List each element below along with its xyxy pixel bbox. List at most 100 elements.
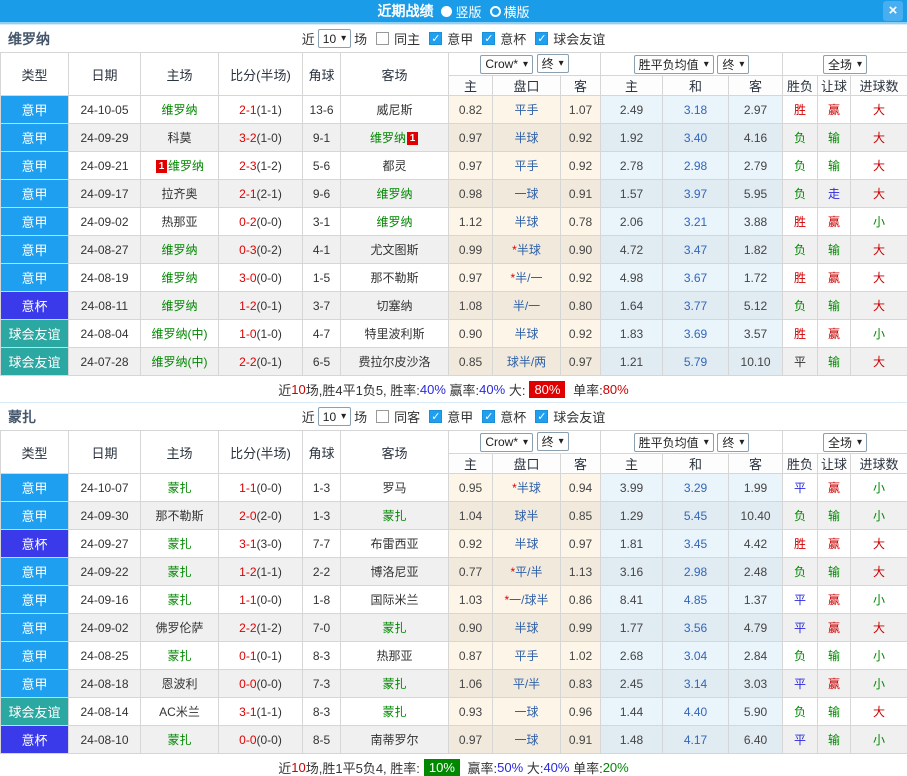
goals-result: 小 [851,474,907,502]
away-team: 蒙扎 [341,698,449,726]
eu-time-select[interactable]: 终▾ [717,433,749,452]
goals-result: 大 [851,530,907,558]
home-team: 维罗纳(中) [141,348,219,376]
col-away: 客场 [341,53,449,96]
recent-count-select[interactable]: 10▾ [318,29,351,48]
ah-home-odds: 0.90 [449,320,493,348]
full-score: 1-2 [239,565,256,579]
odds-company-select[interactable]: Crow*▾ [480,55,533,74]
result: 负 [783,698,818,726]
eu-average-select[interactable]: 胜平负均值▾ [634,433,714,452]
ah-away-odds: 0.97 [561,530,601,558]
sub-result: 胜负 [783,454,818,474]
home-team: 蒙扎 [141,726,219,754]
half-score: (0-0) [257,481,282,495]
coppa-checkbox[interactable] [482,32,495,45]
ah-line: 一球 [493,180,561,208]
layout-option-vertical[interactable]: 竖版 [441,2,481,21]
full-match-select[interactable]: 全场▾ [823,55,867,74]
result: 负 [783,152,818,180]
full-score: 1-0 [239,327,256,341]
goals-result: 小 [851,670,907,698]
score-cell: 1-0(1-0) [219,320,303,348]
ah-time-select[interactable]: 终▾ [537,54,569,73]
eu-draw-odds: 3.18 [663,96,729,124]
score-cell: 1-2(0-1) [219,292,303,320]
corner-count: 7-0 [303,614,341,642]
ah-dropdown-group: Crow*▾ 终▾ [449,53,601,76]
team-name: 维罗纳 [8,29,50,49]
score-cell: 3-0(0-0) [219,264,303,292]
same-away-checkbox[interactable] [376,410,389,423]
ah-home-odds: 0.85 [449,348,493,376]
score-cell: 1-2(1-1) [219,558,303,586]
friendly-checkbox[interactable] [535,410,548,423]
away-team: 维罗纳 [341,180,449,208]
coppa-label: 意杯 [500,407,526,426]
result: 负 [783,642,818,670]
ah-away-odds: 1.02 [561,642,601,670]
layout-option-horizontal[interactable]: 横版 [490,2,530,21]
sub-eu-draw: 和 [663,76,729,96]
result: 平 [783,670,818,698]
eu-away-odds: 2.84 [729,642,783,670]
home-team-name: 维罗纳 [161,243,197,257]
radio-unselected-icon[interactable] [490,6,501,17]
full-match-select[interactable]: 全场▾ [823,433,867,452]
sub-eu-draw: 和 [663,454,729,474]
summary-text: 单率: [569,758,602,776]
eu-time-select[interactable]: 终▾ [717,55,749,74]
summary-monza: 近10场,胜1平5负4, 胜率:10% 赢率:50% 大:40% 单率:20% [0,754,907,776]
away-team: 博洛尼亚 [341,558,449,586]
away-team-name: 国际米兰 [370,593,418,607]
away-team: 维罗纳1 [341,124,449,152]
eu-home-odds: 1.64 [601,292,663,320]
summary-verona: 近10场,胜4平1负5, 胜率:40% 赢率:40% 大:80% 单率:80% [0,376,907,402]
full-score: 2-2 [239,355,256,369]
home-team: 恩波利 [141,670,219,698]
score-cell: 2-1(2-1) [219,180,303,208]
col-score: 比分(半场) [219,53,303,96]
handicap-result: 输 [818,502,851,530]
home-team-name: 恩波利 [161,677,197,691]
eu-average-select[interactable]: 胜平负均值▾ [634,55,714,74]
ah-home-odds: 0.99 [449,236,493,264]
home-team-name: 维罗纳 [168,159,204,173]
recent-count-select[interactable]: 10▾ [318,407,351,426]
radio-selected-icon[interactable] [441,6,452,17]
eu-home-odds: 1.57 [601,180,663,208]
eu-away-odds: 1.72 [729,264,783,292]
ah-away-odds: 1.07 [561,96,601,124]
result: 胜 [783,96,818,124]
result: 负 [783,558,818,586]
eu-draw-odds: 3.45 [663,530,729,558]
close-button[interactable]: × [883,1,903,21]
eu-draw-odds: 2.98 [663,558,729,586]
away-team-name: 热那亚 [376,649,412,663]
result: 负 [783,236,818,264]
same-home-checkbox[interactable] [376,32,389,45]
serie-a-checkbox[interactable] [429,410,442,423]
away-team: 热那亚 [341,642,449,670]
near-label: 近 [302,29,315,48]
ah-time-select[interactable]: 终▾ [537,432,569,451]
home-team: 维罗纳 [141,236,219,264]
sub-ah-away: 客 [561,454,601,474]
summary-rate-badge: 10% [424,759,460,776]
handicap-result: 赢 [818,264,851,292]
col-home: 主场 [141,53,219,96]
odds-company-select[interactable]: Crow*▾ [480,433,533,452]
score-cell: 0-1(0-1) [219,642,303,670]
coppa-checkbox[interactable] [482,410,495,423]
ah-home-odds: 0.93 [449,698,493,726]
result: 平 [783,726,818,754]
serie-a-checkbox[interactable] [429,32,442,45]
games-label: 场 [354,29,367,48]
away-team-name: 维罗纳 [376,187,412,201]
ah-line: *半球 [493,236,561,264]
friendly-checkbox[interactable] [535,32,548,45]
away-team: 蒙扎 [341,670,449,698]
home-team: 科莫 [141,124,219,152]
score-cell: 0-0(0-0) [219,670,303,698]
sub-ah-home: 主 [449,76,493,96]
